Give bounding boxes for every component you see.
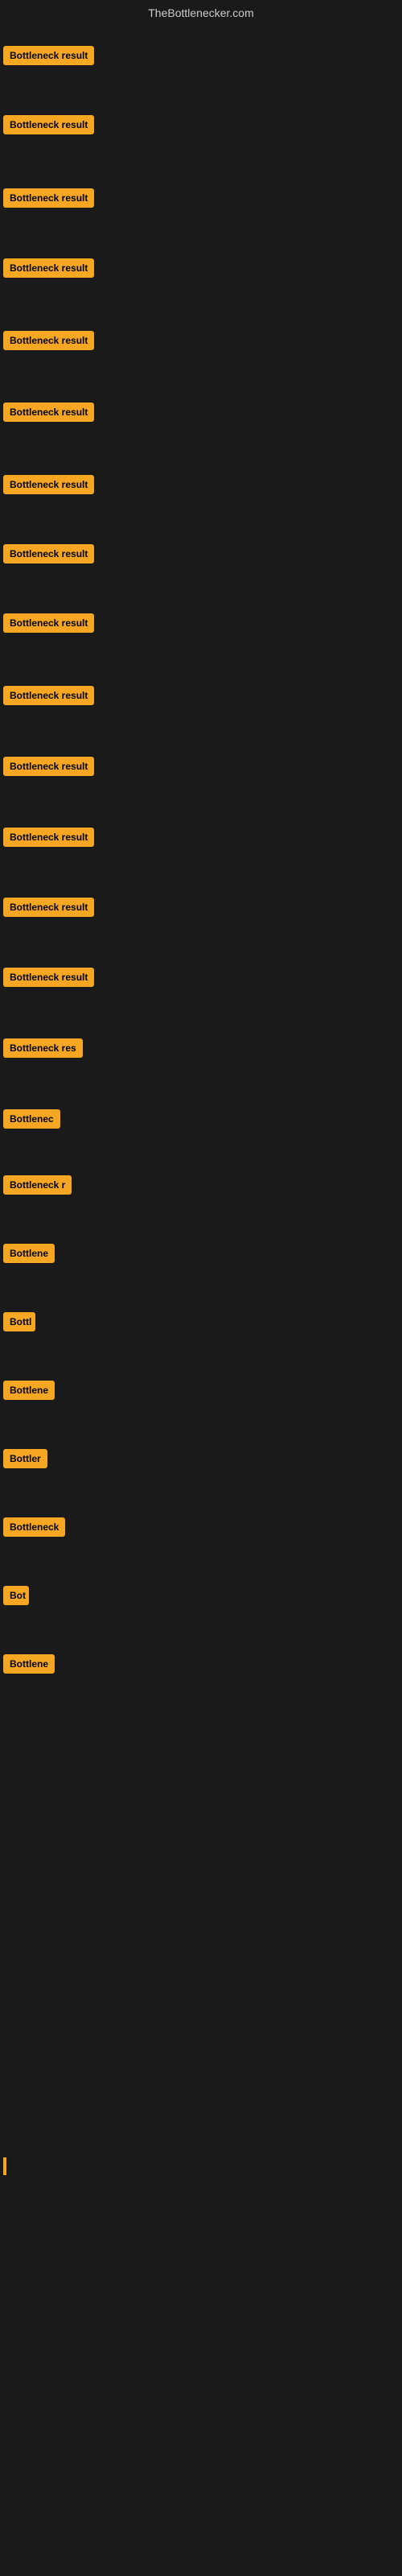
bottleneck-row: Bottleneck res xyxy=(3,1038,83,1062)
bottleneck-badge[interactable]: Bottleneck result xyxy=(3,188,94,208)
bottleneck-badge[interactable]: Bottleneck result xyxy=(3,475,94,494)
bottleneck-badge[interactable]: Bottleneck result xyxy=(3,331,94,350)
bottleneck-badge[interactable]: Bottleneck r xyxy=(3,1175,72,1195)
bottleneck-badge[interactable]: Bottleneck result xyxy=(3,402,94,422)
bottleneck-row: Bottleneck result xyxy=(3,613,94,637)
bottleneck-badge[interactable]: Bottleneck result xyxy=(3,613,94,633)
bottleneck-row: Bottleneck result xyxy=(3,46,94,69)
small-bar-indicator xyxy=(3,2157,6,2175)
bottleneck-row: Bottleneck result xyxy=(3,188,94,212)
bottleneck-row: Bot xyxy=(3,1586,29,1609)
bottleneck-badge[interactable]: Bottleneck result xyxy=(3,115,94,134)
bottleneck-badge[interactable]: Bottler xyxy=(3,1449,47,1468)
bottleneck-row: Bottleneck result xyxy=(3,898,94,921)
bottleneck-badge[interactable]: Bottleneck result xyxy=(3,544,94,564)
bottleneck-badge[interactable]: Bottlenec xyxy=(3,1109,60,1129)
page-wrapper: TheBottlenecker.com Bottleneck result Bot… xyxy=(0,0,402,2576)
bottleneck-row: Bottleneck result xyxy=(3,828,94,851)
bottleneck-badge[interactable]: Bottlene xyxy=(3,1244,55,1263)
bottleneck-badge[interactable]: Bot xyxy=(3,1586,29,1605)
bottleneck-badge[interactable]: Bottleneck res xyxy=(3,1038,83,1058)
bottleneck-row: Bottl xyxy=(3,1312,35,1335)
bottleneck-row: Bottlene xyxy=(3,1654,55,1678)
bottleneck-row: Bottleneck result xyxy=(3,968,94,991)
bottleneck-badge[interactable]: Bottleneck result xyxy=(3,46,94,65)
bottleneck-badge[interactable]: Bottleneck result xyxy=(3,898,94,917)
bottleneck-row: Bottlenec xyxy=(3,1109,60,1133)
bottleneck-row: Bottleneck result xyxy=(3,475,94,498)
bottleneck-row: Bottlene xyxy=(3,1381,55,1404)
bottleneck-badge[interactable]: Bottleneck result xyxy=(3,968,94,987)
bottleneck-row: Bottleneck result xyxy=(3,258,94,282)
bottleneck-row: Bottleneck result xyxy=(3,757,94,780)
bottleneck-badge[interactable]: Bottl xyxy=(3,1312,35,1331)
bottleneck-row: Bottlene xyxy=(3,1244,55,1267)
bottleneck-row: Bottleneck result xyxy=(3,331,94,354)
bottleneck-badge[interactable]: Bottleneck result xyxy=(3,757,94,776)
bottleneck-badge[interactable]: Bottleneck result xyxy=(3,828,94,847)
bottleneck-row: Bottler xyxy=(3,1449,47,1472)
bottleneck-row: Bottleneck result xyxy=(3,402,94,426)
bottleneck-row: Bottleneck r xyxy=(3,1175,72,1199)
bottleneck-badge[interactable]: Bottlene xyxy=(3,1654,55,1674)
bottleneck-badge[interactable]: Bottleneck xyxy=(3,1517,65,1537)
site-header: TheBottlenecker.com xyxy=(0,0,402,24)
bottleneck-badge[interactable]: Bottleneck result xyxy=(3,686,94,705)
bottleneck-row: Bottleneck result xyxy=(3,544,94,568)
bottleneck-badge[interactable]: Bottlene xyxy=(3,1381,55,1400)
bottleneck-row: Bottleneck result xyxy=(3,686,94,709)
bottleneck-badge[interactable]: Bottleneck result xyxy=(3,258,94,278)
bottleneck-row: Bottleneck xyxy=(3,1517,65,1541)
bottleneck-row: Bottleneck result xyxy=(3,115,94,138)
